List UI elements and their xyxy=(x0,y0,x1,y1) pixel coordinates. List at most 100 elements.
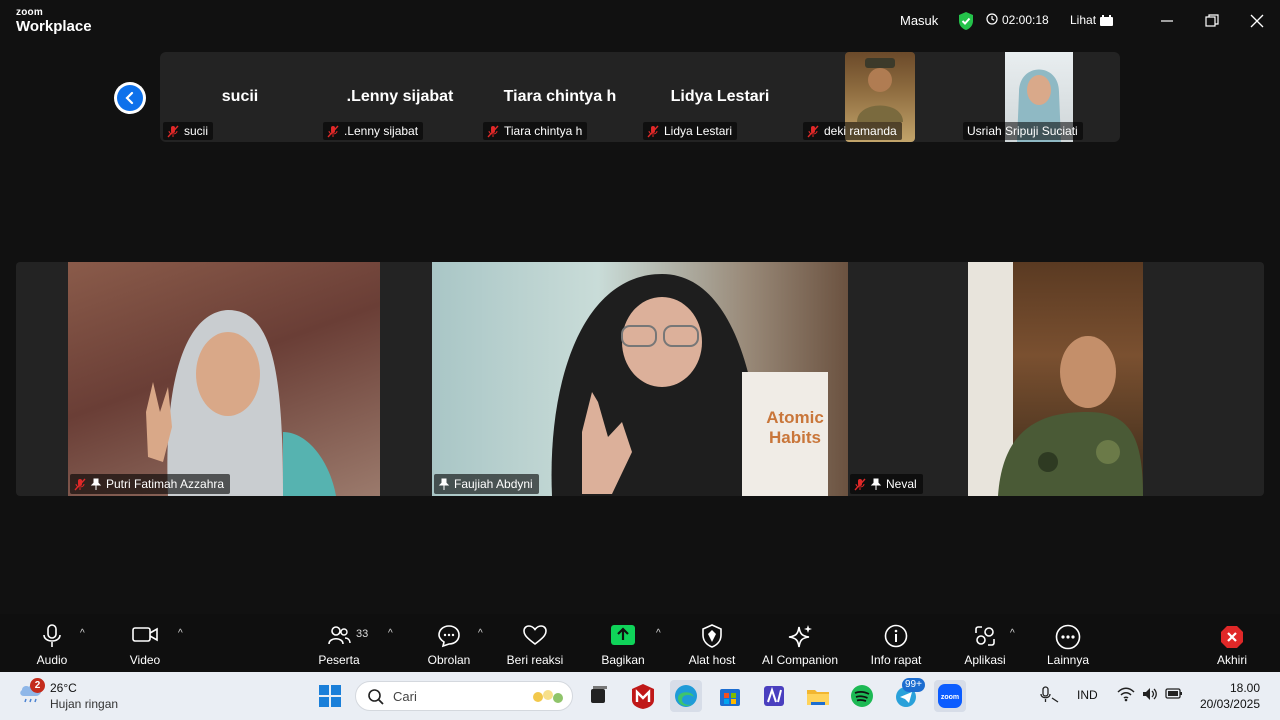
mcafee-icon xyxy=(632,684,654,709)
participant-display-name: Lidya Lestari xyxy=(670,88,770,105)
ai-companion-button[interactable]: AI Companion xyxy=(755,614,845,672)
view-button[interactable]: Lihat xyxy=(1070,13,1096,27)
clock-icon xyxy=(986,13,998,28)
apps-button[interactable]: Aplikasi xyxy=(955,614,1015,672)
video-tile-padding xyxy=(848,262,968,496)
apps-options-caret-icon[interactable]: ^ xyxy=(1010,628,1015,639)
participant-strip: sucii sucii .Lenny sijabat .Lenny sijaba… xyxy=(160,52,1120,142)
edge-browser-icon xyxy=(675,685,697,707)
book-title-line2: Habits xyxy=(769,428,821,447)
volume-icon[interactable] xyxy=(1141,686,1159,705)
participant-name: Faujiah Abdyni xyxy=(454,477,533,491)
strip-tile[interactable]: sucii sucii xyxy=(160,52,320,142)
chat-button[interactable]: Obrolan xyxy=(419,614,479,672)
zoom-app-icon: zoom xyxy=(938,684,962,708)
spotify-app[interactable] xyxy=(846,680,878,712)
participant-label: Neval xyxy=(850,474,923,494)
participants-button[interactable]: Peserta xyxy=(309,614,369,672)
strip-tile[interactable]: Tiara chintya h Tiara chintya h xyxy=(480,52,640,142)
weather-badge: 2 xyxy=(30,678,45,693)
search-placeholder: Cari xyxy=(393,689,417,704)
strip-tile[interactable]: Lidya Lestari Lidya Lestari xyxy=(640,52,800,142)
strip-tile[interactable]: .Lenny sijabat .Lenny sijabat xyxy=(320,52,480,142)
participant-display-name: .Lenny sijabat xyxy=(346,88,454,105)
chevron-left-icon xyxy=(125,91,134,105)
logo-bottom: Workplace xyxy=(16,18,92,35)
share-screen-icon xyxy=(611,625,635,645)
search-highlight-icon xyxy=(533,690,563,703)
participant-label: Putri Fatimah Azzahra xyxy=(70,474,231,494)
share-button[interactable]: Bagikan xyxy=(593,614,653,672)
file-explorer-app[interactable] xyxy=(802,680,834,712)
video-tile[interactable]: Putri Fatimah Azzahra xyxy=(68,262,380,496)
mic-in-use-icon[interactable] xyxy=(1040,686,1060,707)
telegram-app[interactable]: 99+ xyxy=(890,678,925,712)
logo-top: zoom xyxy=(16,7,43,18)
host-tools-button[interactable]: Alat host xyxy=(682,614,742,672)
pin-icon xyxy=(90,478,102,490)
pin-icon xyxy=(870,478,882,490)
video-tile[interactable]: Atomic Habits Faujiah Abdyni xyxy=(432,262,848,496)
audio-options-caret-icon[interactable]: ^ xyxy=(80,628,85,639)
battery-icon[interactable] xyxy=(1165,687,1183,704)
participant-name: Tiara chintya h xyxy=(504,124,583,138)
shield-icon[interactable] xyxy=(957,11,975,34)
wifi-icon[interactable] xyxy=(1117,686,1135,705)
chat-label: Obrolan xyxy=(427,653,471,667)
close-icon[interactable] xyxy=(1248,12,1266,30)
mcafee-app[interactable] xyxy=(627,680,659,712)
clock-date: 20/03/2025 xyxy=(1199,697,1260,711)
video-button[interactable]: Video xyxy=(115,614,175,672)
meeting-info-button[interactable]: Info rapat xyxy=(861,614,931,672)
camera-icon xyxy=(132,627,158,642)
taskbar-search[interactable]: Cari xyxy=(355,681,573,711)
system-clock[interactable]: 18.00 20/03/2025 xyxy=(1200,680,1260,712)
weather-widget[interactable]: 2 26°C Hujan ringan xyxy=(18,678,118,711)
person-silhouette xyxy=(968,262,1143,496)
participant-label: deki ramanda xyxy=(803,122,902,140)
chat-options-caret-icon[interactable]: ^ xyxy=(478,628,483,639)
book-cover-text: Atomic Habits xyxy=(760,408,830,448)
more-label: Lainnya xyxy=(1046,653,1090,667)
weather-condition: Hujan ringan xyxy=(50,697,119,711)
video-label: Video xyxy=(129,653,161,667)
strip-previous-button[interactable] xyxy=(114,82,146,114)
heart-icon xyxy=(523,625,547,646)
chat-icon xyxy=(438,625,460,648)
task-view-button[interactable] xyxy=(582,680,614,712)
participant-name: Usriah Sripuji Suciati xyxy=(967,124,1078,138)
participant-name: Lidya Lestari xyxy=(664,124,733,138)
audio-button[interactable]: Audio xyxy=(22,614,82,672)
participant-name: Neval xyxy=(886,477,917,491)
language-indicator[interactable]: IND xyxy=(1077,688,1098,702)
edge-app[interactable] xyxy=(670,680,702,712)
sign-in-button[interactable]: Masuk xyxy=(900,13,938,28)
pen-app-icon xyxy=(764,686,784,706)
participants-options-caret-icon[interactable]: ^ xyxy=(388,628,393,639)
folder-icon xyxy=(807,690,829,705)
clock-time: 18.00 xyxy=(1229,681,1260,695)
store-app[interactable] xyxy=(714,680,746,712)
share-options-caret-icon[interactable]: ^ xyxy=(656,628,661,639)
participants-count: 33 xyxy=(356,628,369,640)
strip-tile[interactable]: deki ramanda xyxy=(800,52,960,142)
participant-label: sucii xyxy=(163,122,214,140)
microphone-icon xyxy=(43,624,61,647)
react-label: Beri reaksi xyxy=(506,653,564,667)
strip-tile[interactable]: Usriah Sripuji Suciati xyxy=(960,52,1120,142)
participant-label: Usriah Sripuji Suciati xyxy=(963,122,1083,140)
share-label: Bagikan xyxy=(601,653,645,667)
react-button[interactable]: Beri reaksi xyxy=(500,614,570,672)
more-button[interactable]: Lainnya xyxy=(1038,614,1098,672)
view-grid-icon[interactable] xyxy=(1100,14,1113,29)
video-tile[interactable] xyxy=(968,262,1143,496)
microsoft-store-icon xyxy=(720,689,740,706)
editor-app[interactable] xyxy=(758,680,790,712)
restore-icon[interactable] xyxy=(1203,12,1221,30)
video-options-caret-icon[interactable]: ^ xyxy=(178,628,183,639)
mic-muted-icon xyxy=(854,478,866,490)
end-meeting-button[interactable]: Akhiri xyxy=(1202,614,1262,672)
start-button[interactable] xyxy=(314,680,346,712)
minimize-icon[interactable] xyxy=(1158,12,1176,30)
zoom-app[interactable]: zoom xyxy=(934,680,966,712)
